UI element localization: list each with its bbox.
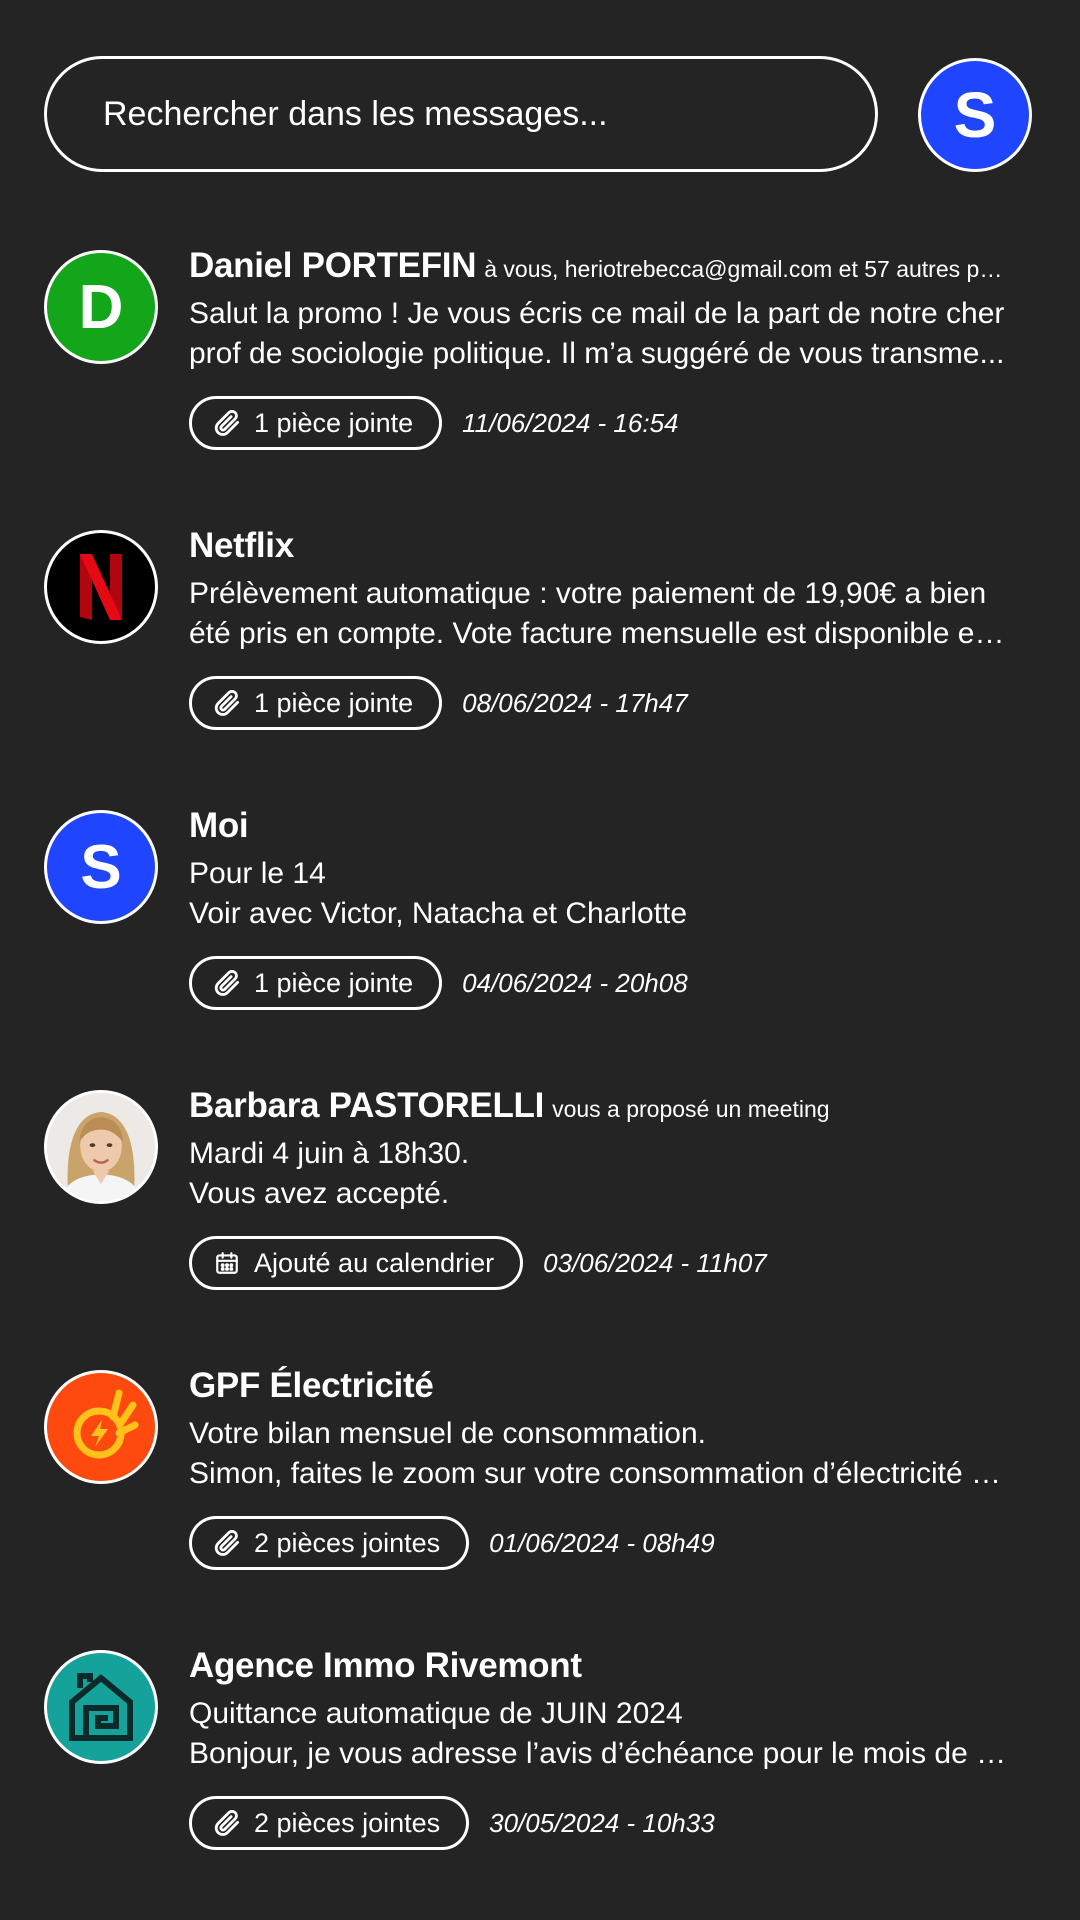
message-content: GPF Électricité Votre bilan mensuel de c… <box>189 1366 1009 1570</box>
message-content: Barbara PASTORELLI vous a proposé un mee… <box>189 1086 1009 1290</box>
message-date: 03/06/2024 - 11h07 <box>543 1247 767 1278</box>
recipients: vous a proposé un meeting <box>552 1096 830 1122</box>
mail-app: Rechercher dans les messages... S D Dani… <box>0 0 1080 1920</box>
paperclip-icon <box>212 1528 242 1558</box>
attachment-label: 2 pièces jointes <box>254 1527 441 1558</box>
attachment-label: 1 pièce jointe <box>254 687 414 718</box>
message-preview-line: Votre bilan mensuel de consommation. <box>189 1417 706 1450</box>
message-item[interactable]: Netflix Prélèvement automatique : votre … <box>0 526 1080 766</box>
attachment-label: 1 pièce jointe <box>254 407 414 438</box>
netflix-logo <box>44 530 158 644</box>
paperclip-icon <box>212 1808 242 1838</box>
sender-name: Agence Immo Rivemont <box>189 1646 582 1685</box>
message-meta: 2 pièces jointes 30/05/2024 - 10h33 <box>189 1796 1009 1850</box>
message-meta: 1 pièce jointe 08/06/2024 - 17h47 <box>189 676 1009 730</box>
message-preview-line: Simon, faites le zoom sur votre consomma… <box>189 1457 1009 1490</box>
message-content: Moi Pour le 14 Voir avec Victor, Natacha… <box>189 806 1009 1010</box>
message-date: 08/06/2024 - 17h47 <box>462 687 688 718</box>
attachment-chip[interactable]: 2 pièces jointes <box>189 1796 470 1850</box>
message-preview-line: été pris en compte. Vote facture mensuel… <box>189 617 1009 650</box>
sender-name: Barbara PASTORELLI <box>189 1086 545 1125</box>
avatar-initial: S <box>80 832 122 902</box>
attachment-chip[interactable]: 1 pièce jointe <box>189 676 443 730</box>
message-meta: Ajouté au calendrier 03/06/2024 - 11h07 <box>189 1236 1009 1290</box>
avatar: D <box>44 250 158 364</box>
message-preview-line: Mardi 4 juin à 18h30. <box>189 1137 470 1170</box>
attachment-chip[interactable]: 1 pièce jointe <box>189 956 443 1010</box>
message-meta: 1 pièce jointe 04/06/2024 - 20h08 <box>189 956 1009 1010</box>
message-preview-line: prof de sociologie politique. Il m’a sug… <box>189 337 1005 370</box>
message-content: Agence Immo Rivemont Quittance automatiq… <box>189 1646 1009 1850</box>
message-content: Netflix Prélèvement automatique : votre … <box>189 526 1009 730</box>
attachment-chip[interactable]: 1 pièce jointe <box>189 396 443 450</box>
message-preview-line: Salut la promo ! Je vous écris ce mail d… <box>189 297 1005 330</box>
avatar-initial: D <box>78 272 124 342</box>
message-item[interactable]: Barbara PASTORELLI vous a proposé un mee… <box>0 1086 1080 1326</box>
message-meta: 1 pièce jointe 11/06/2024 - 16:54 <box>189 396 1009 450</box>
profile-photo <box>44 1090 158 1204</box>
ok-hand-lightning-logo <box>44 1370 158 1484</box>
sender-line: Agence Immo Rivemont <box>189 1646 1009 1690</box>
recipients: à vous, heriotrebecca@gmail.com et 57 au… <box>484 256 1009 282</box>
message-preview-line: Quittance automatique de JUIN 2024 <box>189 1697 683 1730</box>
calendar-icon <box>212 1248 242 1278</box>
message-item[interactable]: GPF Électricité Votre bilan mensuel de c… <box>0 1366 1080 1606</box>
message-preview-line: Bonjour, je vous adresse l’avis d’échéan… <box>189 1737 1009 1770</box>
message-item[interactable]: Agence Immo Rivemont Quittance automatiq… <box>0 1646 1080 1886</box>
sender-line: Netflix <box>189 526 1009 570</box>
message-preview-line: Pour le 14 <box>189 857 326 890</box>
paperclip-icon <box>212 408 242 438</box>
sender-name: GPF Électricité <box>189 1366 434 1405</box>
house-logo <box>44 1650 158 1764</box>
message-date: 04/06/2024 - 20h08 <box>462 967 688 998</box>
message-preview-line: Voir avec Victor, Natacha et Charlotte <box>189 897 688 930</box>
paperclip-icon <box>212 968 242 998</box>
attachment-label: 2 pièces jointes <box>254 1807 441 1838</box>
message-date: 11/06/2024 - 16:54 <box>462 407 679 438</box>
sender-name: Moi <box>189 806 249 845</box>
attachment-label: 1 pièce jointe <box>254 967 414 998</box>
message-date: 01/06/2024 - 08h49 <box>489 1527 715 1558</box>
message-preview-line: Prélèvement automatique : votre paiement… <box>189 577 987 610</box>
message-content: Daniel PORTEFIN à vous, heriotrebecca@gm… <box>189 246 1009 450</box>
sender-line: Daniel PORTEFIN à vous, heriotrebecca@gm… <box>189 246 1009 290</box>
message-preview-line: Vous avez accepté. <box>189 1177 450 1210</box>
search-input[interactable]: Rechercher dans les messages... <box>44 56 878 172</box>
calendar-label: Ajouté au calendrier <box>254 1247 495 1278</box>
avatar: S <box>44 810 158 924</box>
message-meta: 2 pièces jointes 01/06/2024 - 08h49 <box>189 1516 1009 1570</box>
message-item[interactable]: D Daniel PORTEFIN à vous, heriotrebecca@… <box>0 246 1080 486</box>
account-avatar[interactable]: S <box>918 58 1032 172</box>
search-placeholder: Rechercher dans les messages... <box>103 94 608 133</box>
sender-name: Netflix <box>189 526 294 565</box>
sender-line: Barbara PASTORELLI vous a proposé un mee… <box>189 1086 1009 1130</box>
message-item[interactable]: S Moi Pour le 14 Voir avec Victor, Natac… <box>0 806 1080 1046</box>
account-initial: S <box>953 79 997 151</box>
calendar-chip[interactable]: Ajouté au calendrier <box>189 1236 524 1290</box>
sender-line: Moi <box>189 806 1009 850</box>
message-date: 30/05/2024 - 10h33 <box>489 1807 715 1838</box>
attachment-chip[interactable]: 2 pièces jointes <box>189 1516 470 1570</box>
paperclip-icon <box>212 688 242 718</box>
sender-line: GPF Électricité <box>189 1366 1009 1410</box>
sender-name: Daniel PORTEFIN <box>189 246 477 285</box>
